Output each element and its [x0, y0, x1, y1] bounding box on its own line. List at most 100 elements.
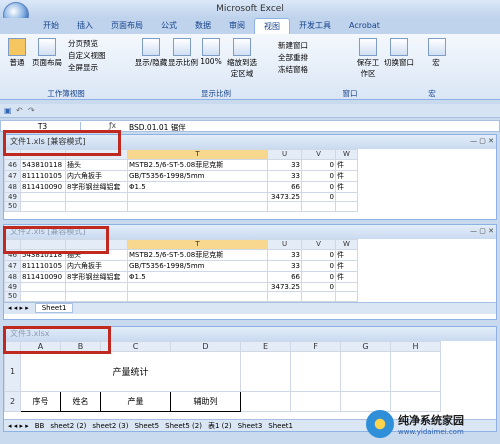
cell-unit[interactable]: 件 — [335, 158, 358, 171]
cell-unit[interactable] — [335, 191, 358, 203]
cell-code[interactable]: 543810118 — [20, 158, 66, 171]
column-header[interactable]: T — [127, 239, 268, 250]
cell-value-u[interactable]: 33 — [267, 169, 302, 182]
cell-spec[interactable]: GB/T5356-1998/5mm — [127, 169, 268, 182]
cell-value-u[interactable]: 3473.25 — [267, 191, 302, 203]
cell-spec[interactable]: MSTB2.5/6-ST-5.08菲尼克斯 — [127, 248, 268, 261]
zoom-button[interactable]: 显示比例 — [168, 38, 198, 68]
tab-page-layout[interactable]: 页面布局 — [102, 18, 152, 34]
cell-unit[interactable] — [335, 291, 358, 302]
window-controls[interactable]: — ▢ ✕ — [470, 137, 494, 145]
cell-spec[interactable]: Φ1.5 — [127, 180, 268, 193]
save-icon[interactable]: ▣ — [4, 106, 12, 115]
sheet-tab[interactable]: 表1 (2) — [208, 421, 232, 431]
window-controls[interactable]: — ▢ ✕ — [470, 227, 494, 235]
cell-code[interactable] — [20, 191, 66, 203]
cell-name[interactable]: 插头 — [65, 158, 128, 171]
cell-value-u[interactable]: 3473.25 — [267, 281, 302, 293]
cell-value-u[interactable]: 66 — [267, 180, 302, 193]
sheet-tab[interactable]: Sheet3 — [238, 422, 263, 430]
cell-value-u[interactable]: 33 — [267, 259, 302, 272]
full-screen-button[interactable]: 全屏显示 — [68, 62, 98, 73]
show-hide-button[interactable]: 显示/隐藏 — [134, 38, 168, 68]
tab-view[interactable]: 视图 — [254, 18, 290, 34]
tab-formulas[interactable]: 公式 — [152, 18, 186, 34]
custom-views-button[interactable]: 自定义视图 — [68, 50, 106, 61]
cell-unit[interactable]: 件 — [335, 270, 358, 283]
cell-value-v[interactable]: 0 — [301, 180, 336, 193]
page-break-preview-button[interactable]: 分页预览 — [68, 38, 98, 49]
cell-value-v[interactable] — [301, 201, 336, 212]
tab-insert[interactable]: 插入 — [68, 18, 102, 34]
cell-value-v[interactable] — [301, 291, 336, 302]
cell-name[interactable]: 8字形钢丝绳铝套 — [65, 270, 128, 283]
sheet-tab[interactable]: Sheet1 — [34, 303, 74, 314]
cell-spec[interactable]: GB/T5356-1998/5mm — [127, 259, 268, 272]
sheet-nav-icon[interactable]: ◂ ◂ ▸ ▸ — [8, 422, 29, 430]
cell-value-u[interactable]: 33 — [267, 158, 302, 171]
tab-review[interactable]: 审阅 — [220, 18, 254, 34]
tab-developer[interactable]: 开发工具 — [290, 18, 340, 34]
cell-unit[interactable] — [335, 201, 358, 212]
formula-input[interactable]: BSD.01.01 锯伴 — [129, 122, 186, 133]
sheet-tab[interactable]: Sheet5 (2) — [165, 422, 202, 430]
cell-name[interactable]: 内六角扳手 — [65, 259, 128, 272]
column-header[interactable]: U — [267, 239, 302, 250]
cell-name[interactable] — [65, 191, 128, 203]
normal-view-button[interactable]: 普通 — [6, 38, 28, 68]
cell-spec[interactable]: MSTB2.5/6-ST-5.08菲尼克斯 — [127, 158, 268, 171]
cell-spec[interactable] — [127, 201, 268, 212]
cell-value-u[interactable] — [267, 201, 302, 212]
cell-code[interactable]: 811410090 — [20, 270, 66, 283]
cell-name[interactable] — [65, 201, 128, 212]
cell-code[interactable] — [20, 291, 66, 302]
freeze-panes-button[interactable]: 冻结窗格 — [278, 64, 308, 75]
cell-value-v[interactable]: 0 — [301, 169, 336, 182]
cell-code[interactable]: 811410090 — [20, 180, 66, 193]
redo-icon[interactable]: ↷ — [28, 106, 35, 115]
cell-spec[interactable]: Φ1.5 — [127, 270, 268, 283]
cell-value-u[interactable]: 66 — [267, 270, 302, 283]
cell-code[interactable] — [20, 201, 66, 212]
sheet-nav-icon[interactable]: ◂ ◂ ▸ ▸ — [8, 304, 29, 312]
cell-unit[interactable]: 件 — [335, 259, 358, 272]
cell-code[interactable]: 811110105 — [20, 169, 66, 182]
cell-unit[interactable] — [335, 281, 358, 293]
cell-value-v[interactable]: 0 — [301, 281, 336, 293]
tab-data[interactable]: 数据 — [186, 18, 220, 34]
save-workspace-button[interactable]: 保存工作区 — [356, 38, 380, 79]
tab-home[interactable]: 开始 — [34, 18, 68, 34]
sheet-tab[interactable]: BB — [35, 422, 45, 430]
cell-value-u[interactable]: 33 — [267, 248, 302, 261]
column-header[interactable]: U — [267, 149, 302, 160]
undo-icon[interactable]: ↶ — [16, 106, 23, 115]
cell-value-v[interactable]: 0 — [301, 259, 336, 272]
page-layout-view-button[interactable]: 页面布局 — [32, 38, 62, 68]
cell-name[interactable]: 内六角扳手 — [65, 169, 128, 182]
cell-spec[interactable] — [127, 281, 268, 293]
new-window-button[interactable]: 新建窗口 — [278, 40, 308, 51]
cell-value-v[interactable]: 0 — [301, 270, 336, 283]
column-header[interactable]: V — [301, 149, 336, 160]
cell-name[interactable]: 8字形钢丝绳铝套 — [65, 180, 128, 193]
tab-acrobat[interactable]: Acrobat — [340, 18, 389, 34]
cell-spec[interactable] — [127, 291, 268, 302]
column-header[interactable]: T — [127, 149, 268, 160]
column-header[interactable]: W — [335, 239, 358, 250]
cell-value-v[interactable]: 0 — [301, 158, 336, 171]
cell-spec[interactable] — [127, 191, 268, 203]
cell-value-u[interactable] — [267, 291, 302, 302]
cell-name[interactable] — [65, 281, 128, 293]
column-header[interactable]: W — [335, 149, 358, 160]
sheet-tab[interactable]: Sheet1 — [268, 422, 293, 430]
switch-windows-button[interactable]: 切换窗口 — [384, 38, 414, 68]
cell-unit[interactable]: 件 — [335, 180, 358, 193]
cell-code[interactable]: 811110105 — [20, 259, 66, 272]
title-cell[interactable]: 产量统计 — [20, 351, 241, 392]
zoom-100-button[interactable]: 100% — [200, 38, 222, 66]
sheet-tab[interactable]: sheet2 (2) — [50, 422, 86, 430]
macros-button[interactable]: 宏 — [428, 38, 446, 68]
cell-value-v[interactable]: 0 — [301, 191, 336, 203]
cell-unit[interactable]: 件 — [335, 169, 358, 182]
grid-window-1[interactable]: T U V W 46 543810118 插头 MSTB2.5/6-ST-5.08菲尼克斯 33… — [4, 149, 358, 212]
